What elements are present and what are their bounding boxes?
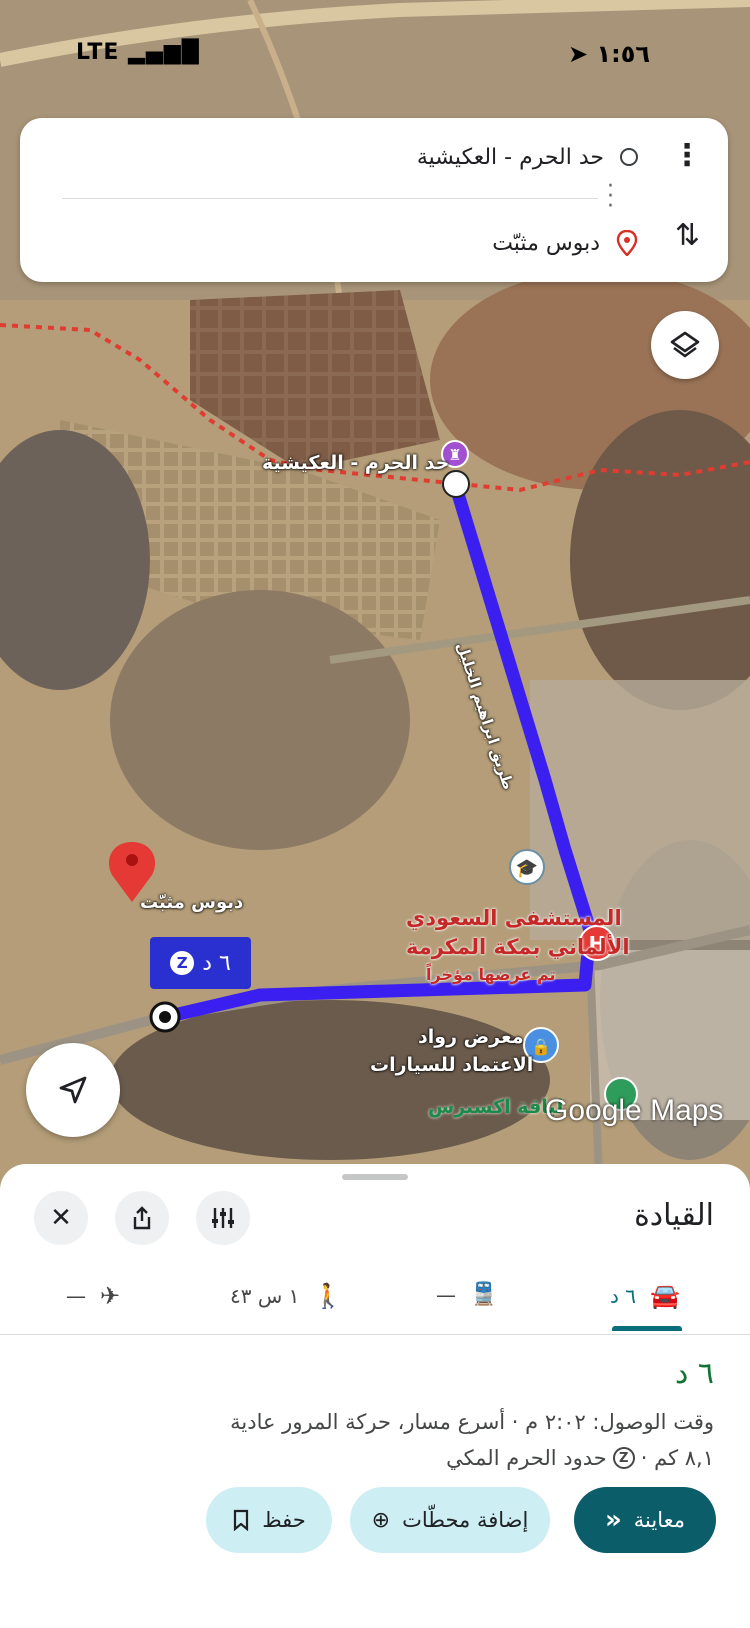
route-duration: ٦ د bbox=[674, 1356, 714, 1391]
map-label-destination[interactable]: دبوس مثبّت bbox=[140, 892, 243, 913]
bookmark-icon bbox=[234, 1509, 249, 1531]
map-label-origin[interactable]: حد الحرم - العكيشية bbox=[262, 452, 449, 474]
close-icon: ✕ bbox=[50, 1203, 72, 1233]
divider bbox=[62, 198, 598, 199]
share-icon bbox=[133, 1206, 151, 1230]
layers-icon bbox=[670, 331, 700, 358]
travel-mode-tabs: 🚘 ٦ د 🚆 — 🚶 ١ س ٤٣ ✈ — bbox=[0, 1262, 750, 1332]
distance-info: ٨,١ كم · Z حدود الحرم المكي bbox=[446, 1446, 714, 1470]
save-button[interactable]: حفظ bbox=[206, 1487, 332, 1553]
zone-note: حدود الحرم المكي bbox=[446, 1446, 607, 1470]
origin-row[interactable]: حد الحرم - العكيشية bbox=[417, 132, 638, 182]
preview-label: معاينة bbox=[633, 1508, 686, 1532]
car-icon: 🚘 bbox=[650, 1282, 680, 1310]
tab-flight-label: — bbox=[66, 1284, 86, 1308]
route-duration-badge[interactable]: ٦ د Z bbox=[150, 937, 251, 989]
drag-handle[interactable] bbox=[342, 1174, 408, 1180]
airplane-icon: ✈ bbox=[100, 1282, 121, 1310]
origin-text[interactable]: حد الحرم - العكيشية bbox=[417, 145, 604, 170]
navigation-arrow-icon bbox=[59, 1076, 87, 1104]
add-stops-label: إضافة محطّات bbox=[402, 1508, 529, 1532]
map-label-showroom-2[interactable]: الاعتماد للسيارات bbox=[370, 1054, 533, 1076]
tab-walk[interactable]: 🚶 ١ س ٤٣ bbox=[230, 1282, 343, 1310]
double-chevron-icon: « bbox=[605, 1505, 622, 1535]
navigate-button[interactable] bbox=[26, 1043, 120, 1137]
save-label: حفظ bbox=[262, 1508, 306, 1532]
network-indicator: LTE ▂▄▆█ bbox=[76, 40, 200, 65]
map-label-showroom-1[interactable]: معرض رواد bbox=[418, 1026, 524, 1048]
distance-text: ٨,١ كم · bbox=[640, 1446, 714, 1470]
svg-text:🎓: 🎓 bbox=[516, 858, 538, 879]
destination-row[interactable]: دبوس مثبّت bbox=[492, 218, 638, 268]
origin-icon bbox=[620, 148, 638, 166]
more-options-button[interactable]: ⋮ bbox=[672, 138, 704, 173]
close-button[interactable]: ✕ bbox=[34, 1191, 88, 1245]
destination-text[interactable]: دبوس مثبّت bbox=[492, 231, 600, 256]
route-badge-text: ٦ د bbox=[202, 950, 231, 976]
zone-icon: Z bbox=[170, 951, 195, 975]
divider bbox=[0, 1334, 750, 1335]
tab-transit[interactable]: 🚆 — bbox=[436, 1282, 497, 1307]
directions-bottom-sheet: القيادة ✕ 🚘 ٦ د 🚆 — 🚶 ١ س ٤٣ ✈ — ٦ د وقت… bbox=[0, 1164, 750, 1628]
tab-drive[interactable]: 🚘 ٦ د bbox=[610, 1282, 680, 1310]
svg-text:♜: ♜ bbox=[448, 446, 461, 464]
arrival-info: وقت الوصول: ٢:٠٢ م · أسرع مسار، حركة الم… bbox=[230, 1410, 714, 1434]
train-icon: 🚆 bbox=[470, 1282, 498, 1307]
network-type: LTE bbox=[76, 40, 120, 65]
sheet-title: القيادة bbox=[634, 1198, 714, 1233]
route-options-button[interactable] bbox=[196, 1191, 250, 1245]
add-stops-button[interactable]: إضافة محطّات ⊕ bbox=[350, 1487, 550, 1553]
destination-pin-icon bbox=[616, 230, 638, 256]
tab-transit-label: — bbox=[436, 1282, 456, 1307]
walk-icon: 🚶 bbox=[313, 1282, 344, 1310]
tab-walk-label: ١ س ٤٣ bbox=[230, 1284, 300, 1308]
directions-search-card: ⋮ حد الحرم - العكيشية · · · دبوس مثبّت ⇅ bbox=[20, 118, 728, 282]
swap-icon[interactable]: ⇅ bbox=[675, 218, 700, 253]
map-label-hospital-1[interactable]: المستشفى السعودي bbox=[406, 906, 622, 930]
route-dots-icon: · · · bbox=[607, 174, 614, 219]
active-tab-indicator bbox=[612, 1326, 682, 1331]
clock-time: ١:٥٦ bbox=[596, 40, 650, 68]
svg-text:🔒: 🔒 bbox=[531, 1037, 551, 1056]
map-label-hospital-2[interactable]: الألماني بمكة المكرمة bbox=[406, 935, 630, 959]
add-location-icon: ⊕ bbox=[371, 1507, 391, 1533]
map-label-express[interactable]: لياقة اكسبرس bbox=[428, 1096, 563, 1118]
status-bar: LTE ▂▄▆█ ➤ ١:٥٦ bbox=[0, 38, 750, 74]
tab-flight[interactable]: ✈ — bbox=[66, 1282, 120, 1310]
share-button[interactable] bbox=[115, 1191, 169, 1245]
tab-drive-label: ٦ د bbox=[610, 1284, 637, 1308]
layers-button[interactable] bbox=[651, 311, 719, 379]
google-maps-attribution: Google Maps bbox=[545, 1094, 724, 1127]
map-label-hospital-3: تم عرضها مؤخراً bbox=[426, 965, 556, 984]
tune-icon bbox=[212, 1208, 234, 1228]
zone-icon: Z bbox=[612, 1447, 635, 1469]
clock: ➤ ١:٥٦ bbox=[567, 40, 650, 68]
preview-button[interactable]: معاينة « bbox=[574, 1487, 716, 1553]
